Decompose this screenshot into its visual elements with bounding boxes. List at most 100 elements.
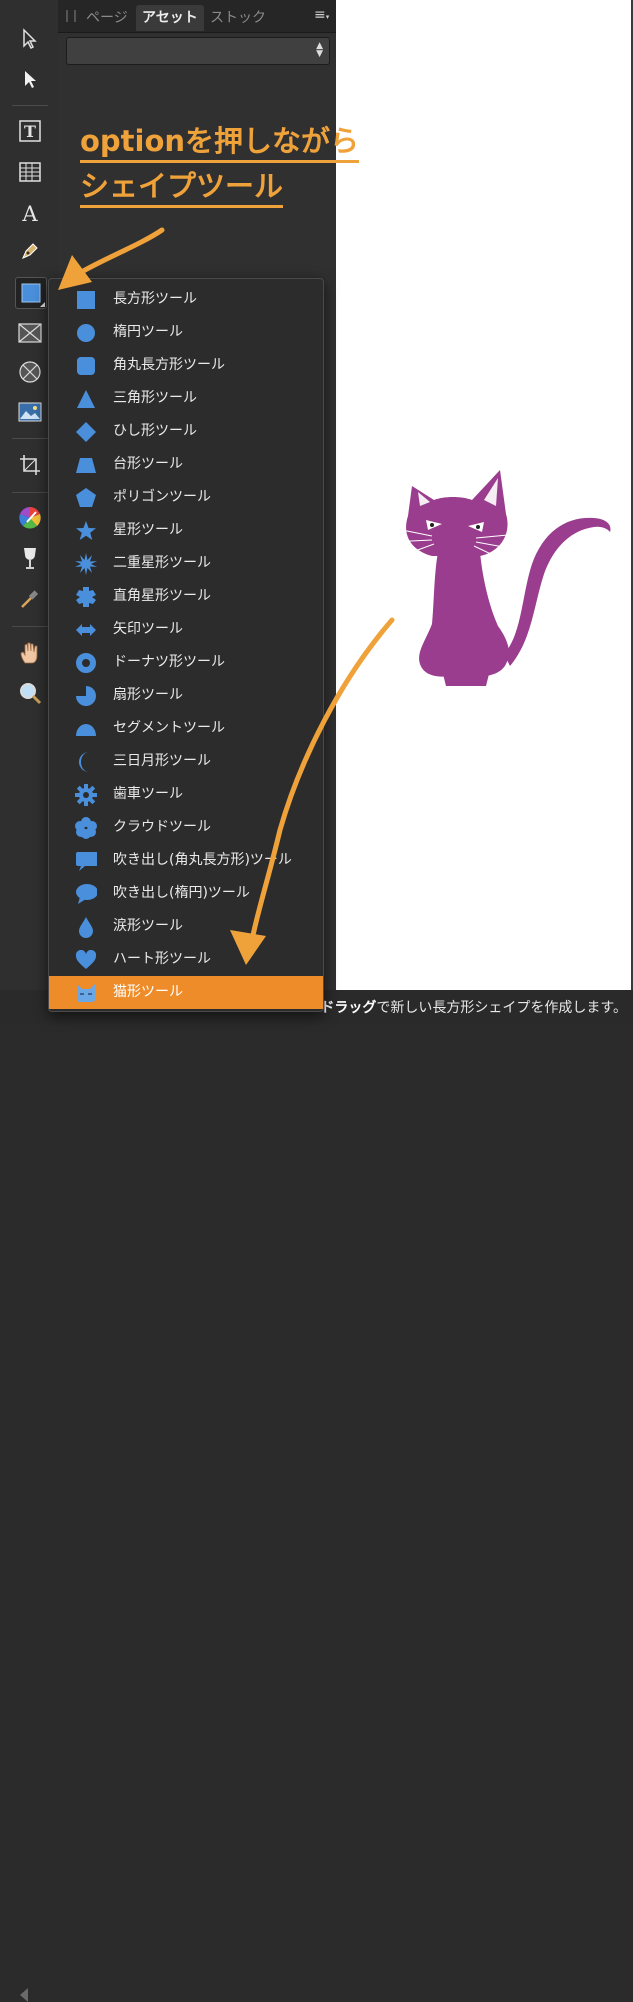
picture-frame-ellipse-tool-button[interactable]	[15, 357, 45, 387]
flyout-item-crescent[interactable]: 三日月形ツール	[49, 745, 323, 778]
flyout-item-segment[interactable]: セグメントツール	[49, 712, 323, 745]
flyout-item-label: 二重星形ツール	[113, 555, 211, 571]
flyout-item-diamond[interactable]: ひし形ツール	[49, 415, 323, 448]
node-tool-button[interactable]	[15, 64, 45, 94]
scroll-left-icon[interactable]	[20, 1988, 28, 2002]
flyout-item-label: 楕円ツール	[113, 324, 183, 340]
place-image-tool-button[interactable]	[15, 397, 45, 427]
frame-text-tool-button[interactable]: T	[15, 116, 45, 146]
cat-shape[interactable]	[372, 464, 632, 704]
flyout-item-donut[interactable]: ドーナツ形ツール	[49, 646, 323, 679]
crescent-icon	[75, 751, 97, 773]
flyout-item-label: 吹き出し(楕円)ツール	[113, 885, 250, 901]
flyout-item-label: ひし形ツール	[113, 423, 197, 439]
flyout-item-label: 角丸長方形ツール	[113, 357, 225, 373]
letter-a-icon: A	[21, 202, 38, 225]
text-frame-icon: T	[19, 120, 41, 142]
transparency-tool-button[interactable]	[15, 543, 45, 573]
toolbar-divider	[12, 105, 48, 106]
speech-bubble-ellipse-icon	[75, 883, 97, 905]
flyout-item-triangle[interactable]: 三角形ツール	[49, 382, 323, 415]
cat-icon	[75, 982, 97, 1004]
fill-tool-button[interactable]	[15, 503, 45, 533]
table-tool-button[interactable]	[15, 157, 45, 187]
crop-tool-button[interactable]	[15, 450, 45, 480]
arrow-outline-icon	[23, 28, 37, 50]
flyout-item-trapezoid[interactable]: 台形ツール	[49, 448, 323, 481]
flyout-item-cloud[interactable]: クラウドツール	[49, 811, 323, 844]
pen-tool-button[interactable]	[15, 236, 45, 266]
artistic-text-tool-button[interactable]: A	[15, 198, 45, 228]
pen-nib-icon	[22, 243, 38, 259]
heart-icon	[75, 949, 97, 971]
flyout-item-label: 三日月形ツール	[113, 753, 211, 769]
flyout-item-heart[interactable]: ハート形ツール	[49, 943, 323, 976]
flyout-item-label: 台形ツール	[113, 456, 183, 472]
flyout-item-label: 歯車ツール	[113, 786, 183, 802]
tab-pages[interactable]: ページ	[80, 5, 134, 31]
rectangle-tool-button[interactable]	[15, 277, 47, 309]
color-picker-tool-button[interactable]	[15, 584, 45, 614]
flyout-item-label: 星形ツール	[113, 522, 183, 538]
panel-grip-handle[interactable]	[66, 10, 76, 22]
flyout-item-square-star[interactable]: 直角星形ツール	[49, 580, 323, 613]
flyout-item-label: 猫形ツール	[113, 984, 183, 1000]
square-icon	[21, 283, 41, 303]
image-icon	[18, 402, 42, 422]
flyout-item-star[interactable]: 星形ツール	[49, 514, 323, 547]
panel-menu-icon[interactable]: ≡▾	[314, 8, 330, 22]
flyout-item-label: 吹き出し(角丸長方形)ツール	[113, 852, 292, 868]
flyout-item-polygon[interactable]: ポリゴンツール	[49, 481, 323, 514]
flyout-item-ellipse[interactable]: 楕円ツール	[49, 316, 323, 349]
status-hint-bold: ドラッグ	[320, 1000, 377, 1016]
rounded-rectangle-icon	[75, 355, 97, 377]
document-canvas[interactable]	[336, 0, 631, 990]
flyout-indicator	[40, 302, 45, 307]
status-hint-rest: で新しい長方形シェイプを作成します。	[376, 1000, 627, 1016]
flyout-item-arrow[interactable]: 矢印ツール	[49, 613, 323, 646]
flyout-item-label: ポリゴンツール	[113, 489, 211, 505]
speech-bubble-rect-icon	[75, 850, 97, 872]
teardrop-icon	[75, 916, 97, 938]
double-arrow-icon	[75, 619, 97, 641]
star-icon	[75, 520, 97, 542]
diamond-icon	[75, 421, 97, 443]
trapezoid-icon	[75, 454, 97, 476]
flyout-item-label: 矢印ツール	[113, 621, 183, 637]
table-icon	[19, 162, 41, 182]
flyout-item-rectangle[interactable]: 長方形ツール	[49, 283, 323, 316]
flyout-item-teardrop[interactable]: 涙形ツール	[49, 910, 323, 943]
flyout-item-cat[interactable]: 猫形ツール	[49, 976, 323, 1009]
picture-frame-rect-tool-button[interactable]	[15, 318, 45, 348]
flyout-item-cog[interactable]: 歯車ツール	[49, 778, 323, 811]
svg-text:A: A	[21, 202, 38, 225]
flyout-item-speech-bubble-ellipse[interactable]: 吹き出し(楕円)ツール	[49, 877, 323, 910]
cloud-icon	[75, 817, 97, 839]
flyout-item-label: クラウドツール	[113, 819, 211, 835]
annotation-line-2: シェイプツール	[80, 167, 284, 208]
view-tool-button[interactable]	[15, 638, 45, 668]
hand-icon	[20, 642, 38, 664]
zoom-tool-button[interactable]	[15, 678, 45, 708]
tab-assets[interactable]: アセット	[136, 5, 204, 31]
flyout-item-speech-bubble-rect[interactable]: 吹き出し(角丸長方形)ツール	[49, 844, 323, 877]
asset-category-select[interactable]: ▲ ▼	[66, 37, 330, 65]
pie-icon	[75, 685, 97, 707]
pentagon-icon	[75, 487, 97, 509]
flyout-item-label: 涙形ツール	[113, 918, 183, 934]
cross-rect-icon	[18, 323, 42, 343]
shape-tool-flyout: 長方形ツール 楕円ツール 角丸長方形ツール 三角形ツール ひし形ツール 台形ツー…	[48, 278, 324, 1012]
tab-stock[interactable]: ストック	[204, 5, 272, 31]
toolbar-divider	[12, 438, 48, 439]
flyout-item-label: ドーナツ形ツール	[113, 654, 225, 670]
flyout-item-pie[interactable]: 扇形ツール	[49, 679, 323, 712]
flyout-item-double-star[interactable]: 二重星形ツール	[49, 547, 323, 580]
wine-glass-icon	[24, 548, 36, 569]
arrow-solid-icon	[25, 71, 36, 88]
svg-text:T: T	[24, 122, 36, 141]
flyout-item-rounded-rectangle[interactable]: 角丸長方形ツール	[49, 349, 323, 382]
double-star-icon	[75, 553, 97, 575]
color-wheel-icon	[19, 507, 41, 529]
move-tool-button[interactable]	[15, 24, 45, 54]
flyout-item-label: 三角形ツール	[113, 390, 197, 406]
